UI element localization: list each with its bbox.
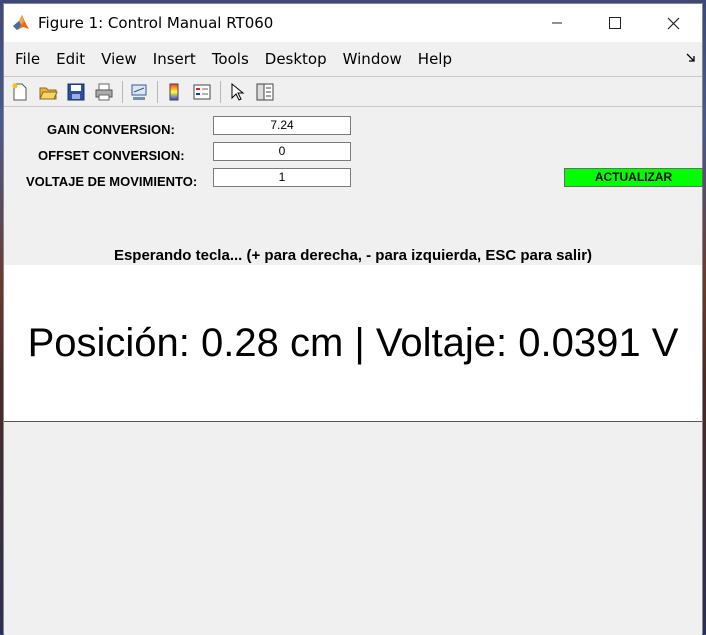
menu-tools[interactable]: Tools [204, 50, 257, 68]
window-title: Figure 1: Control Manual RT060 [38, 14, 274, 32]
figure-window: Figure 1: Control Manual RT060 File Edit… [3, 3, 703, 635]
link-plot-icon[interactable] [127, 80, 151, 104]
menu-file[interactable]: File [7, 50, 48, 68]
property-inspector-icon[interactable] [253, 80, 277, 104]
print-icon[interactable] [92, 80, 116, 104]
close-button[interactable] [644, 4, 702, 42]
voltaje-movimiento-label: VOLTAJE DE MOVIMIENTO: [26, 174, 198, 189]
menu-desktop[interactable]: Desktop [257, 50, 335, 68]
voltaje-movimiento-field[interactable]: 1 [213, 168, 351, 187]
colorbar-icon[interactable] [162, 80, 186, 104]
minimize-button[interactable] [528, 4, 586, 42]
control-panel: GAIN CONVERSION: 7.24 OFFSET CONVERSION:… [4, 107, 703, 265]
menu-view[interactable]: View [93, 50, 145, 68]
offset-conversion-field[interactable]: 0 [213, 142, 351, 161]
status-text: Esperando tecla... (+ para derecha, - pa… [113, 247, 593, 264]
open-file-icon[interactable] [36, 80, 60, 104]
offset-conversion-label: OFFSET CONVERSION: [38, 148, 185, 163]
toolbar-separator [122, 80, 123, 103]
position-voltage-readout: Posición: 0.28 cm | Voltaje: 0.0391 V [27, 320, 679, 365]
matlab-icon [10, 12, 32, 34]
menu-edit[interactable]: Edit [48, 50, 93, 68]
legend-icon[interactable] [190, 80, 214, 104]
toolbar [4, 76, 702, 107]
save-icon[interactable] [64, 80, 88, 104]
toolbar-separator [157, 80, 158, 103]
readout-panel: Posición: 0.28 cm | Voltaje: 0.0391 V [4, 265, 702, 422]
empty-figure-area [4, 422, 702, 635]
new-figure-icon[interactable] [8, 80, 32, 104]
gain-conversion-label: GAIN CONVERSION: [47, 122, 175, 137]
pointer-icon[interactable] [225, 80, 249, 104]
gain-conversion-field[interactable]: 7.24 [213, 116, 351, 135]
dock-arrow-icon[interactable] [686, 52, 696, 66]
actualizar-button[interactable]: ACTUALIZAR [564, 168, 703, 187]
menu-window[interactable]: Window [335, 50, 410, 68]
menu-insert[interactable]: Insert [145, 50, 204, 68]
menu-help[interactable]: Help [410, 50, 460, 68]
maximize-button[interactable] [586, 4, 644, 42]
title-bar[interactable]: Figure 1: Control Manual RT060 [4, 4, 702, 42]
toolbar-separator [220, 80, 221, 103]
menu-bar: File Edit View Insert Tools Desktop Wind… [4, 42, 702, 76]
